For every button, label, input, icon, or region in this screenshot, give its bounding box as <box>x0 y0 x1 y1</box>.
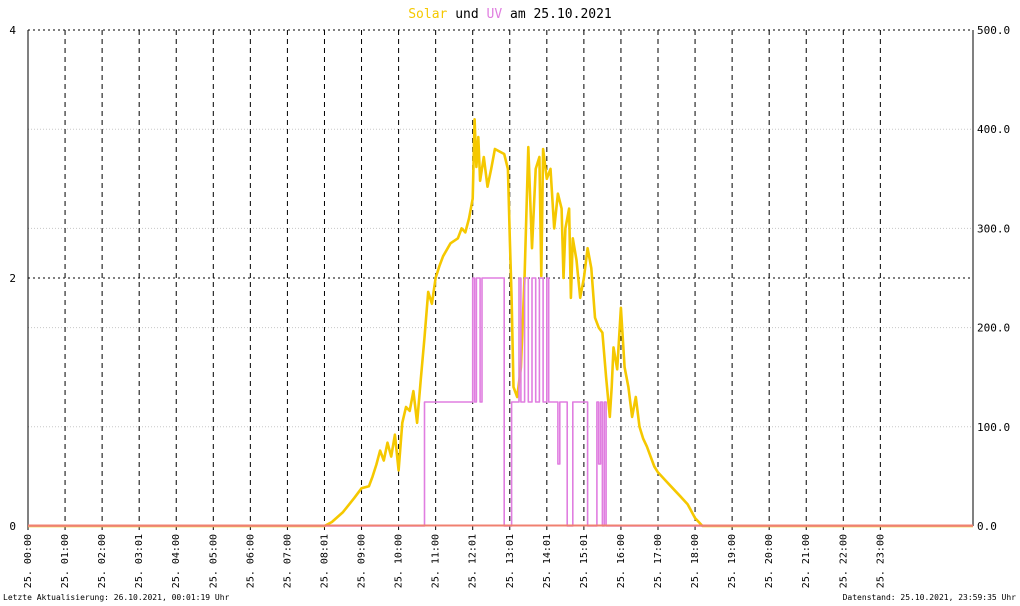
y-right-tick-label: 0.0 <box>977 520 997 533</box>
x-tick-label: 25. 14:01 <box>542 534 553 588</box>
y-right-tick-label: 100.0 <box>977 421 1010 434</box>
y-right-tick-label: 500.0 <box>977 24 1010 37</box>
x-tick-label: 25. 03:01 <box>134 534 145 588</box>
x-tick-label: 25. 05:00 <box>208 534 219 588</box>
x-tick-label: 25. 10:00 <box>394 534 405 588</box>
x-tick-label: 25. 06:00 <box>245 534 256 588</box>
uv-series-line <box>28 277 973 527</box>
x-tick-label: 25. 18:00 <box>690 534 701 588</box>
y-right-tick-label: 400.0 <box>977 123 1010 136</box>
x-tick-label: 25. 07:00 <box>282 534 293 588</box>
y-left-tick-label: 0 <box>9 520 16 533</box>
x-tick-label: 25. 09:00 <box>357 534 368 588</box>
y-left-tick-label: 2 <box>9 272 16 285</box>
x-tick-labels: 25. 00:00 25. 01:00 25. 02:00 25. 03:01 25. … <box>23 534 886 588</box>
x-tick-label: 25. 15:01 <box>579 534 590 588</box>
title-date: am 25.10.2021 <box>502 7 612 22</box>
x-tick-label: 25. 20:00 <box>764 534 775 588</box>
x-tick-label: 25. 22:00 <box>838 534 849 588</box>
title-solar: Solar <box>408 7 447 22</box>
chart-title: Solar und UV am 25.10.2021 <box>408 7 612 22</box>
x-tick-label: 25. 01:00 <box>60 534 71 588</box>
last-update-text: Letzte Aktualisierung: 26.10.2021, 00:01… <box>3 593 230 602</box>
x-tick-label: 25. 02:00 <box>97 534 108 588</box>
x-tick-label: 25. 13:01 <box>505 534 516 588</box>
x-tick-label: 25. 00:00 <box>23 534 34 588</box>
x-tick-label: 25. 16:00 <box>616 534 627 588</box>
x-tick-label: 25. 17:00 <box>653 534 664 588</box>
data-status-text: Datenstand: 25.10.2021, 23:59:35 Uhr <box>842 593 1016 602</box>
x-tick-label: 25. 21:00 <box>801 534 812 588</box>
x-tick-label: 25. 08:01 <box>319 534 330 588</box>
solar-uv-chart: Solar und UV am 25.10.2021 25. 00:00 25. … <box>9 7 1010 588</box>
title-und: und <box>447 7 486 22</box>
x-tick-label: 25. 12:01 <box>468 534 479 588</box>
y-right-tick-label: 300.0 <box>977 222 1010 235</box>
axes <box>27 30 974 530</box>
y-left-tick-label: 4 <box>9 24 16 37</box>
x-tick-label: 25. 04:00 <box>171 534 182 588</box>
y-right-tick-label: 200.0 <box>977 322 1010 335</box>
series <box>28 118 973 528</box>
title-uv: UV <box>487 7 503 22</box>
solar-series-line <box>28 118 973 528</box>
x-tick-label: 25. 19:00 <box>727 534 738 588</box>
x-tick-label: 25. 11:00 <box>431 534 442 588</box>
x-tick-label: 25. 23:00 <box>875 534 886 588</box>
